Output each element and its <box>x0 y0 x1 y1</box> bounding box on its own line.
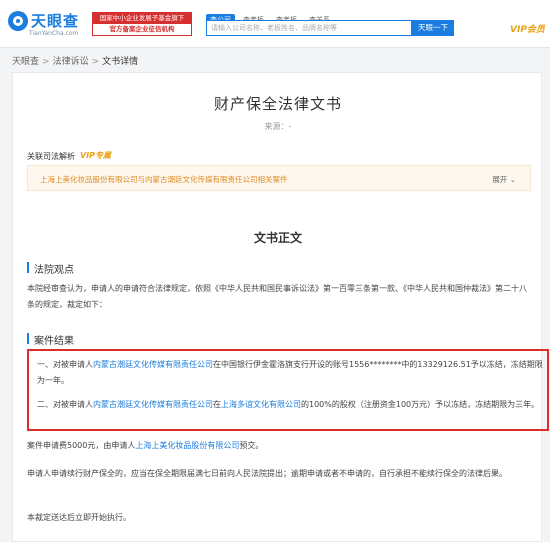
breadcrumb-home[interactable]: 天眼查 <box>12 57 39 67</box>
fee-suffix: 预交。 <box>239 441 264 450</box>
vip-member-link[interactable]: VIP会员 <box>510 22 545 35</box>
result-2-mid: 在 <box>213 400 221 409</box>
body-title: 文书正文 <box>253 231 302 245</box>
breadcrumb: 天眼查 > 法律诉讼 > 文书详情 <box>12 54 138 67</box>
breadcrumb-sep: > <box>91 57 100 67</box>
result-item-2: 二、对被申请人内蒙古潮廷文化传媒有限责任公司在上海多谊文化有限公司的100%的股… <box>37 397 543 413</box>
logo-subtext: TianYanCha.com <box>29 30 79 37</box>
eye-logo-icon <box>8 11 28 31</box>
top-header: 天眼查 TianYanCha.com 国家中小企业发展子基金旗下 官方备案企业征… <box>0 0 550 48</box>
result-item-1: 一、对被申请人内蒙古潮廷文化传媒有限责任公司在中国银行伊金霍洛旗支行开设的账号1… <box>37 357 543 389</box>
execution-text: 本裁定送达后立即开始执行。 <box>27 513 131 522</box>
search-input[interactable]: 请输入公司名称、老板姓名、品牌名称等 <box>206 20 412 36</box>
search-button[interactable]: 天眼一下 <box>412 20 454 36</box>
related-case-box[interactable]: 上海上美化妆品股份有限公司与内蒙古潮廷文化传媒有限责任公司相关案件 展开 ⌄ <box>27 165 531 191</box>
document-source: 来源：- <box>264 122 292 131</box>
fee-prefix: 案件申请费5000元，由申请人 <box>27 441 136 450</box>
apply-text: 申请人申请续行财产保全的，应当在保全期限届满七日前向人民法院提出；逾期申请或者不… <box>27 469 507 478</box>
chevron-down-icon: ⌄ <box>509 175 516 184</box>
breadcrumb-current: 文书详情 <box>102 57 139 67</box>
cert-top-text: 国家中小企业发展子基金旗下 <box>93 13 191 24</box>
breadcrumb-legal[interactable]: 法律诉讼 <box>53 57 89 67</box>
search-tabs: 查公司查老板查老板查关系 <box>206 7 338 26</box>
cert-bottom-text: 官方备案企业征信机构 <box>109 25 175 33</box>
logo-text: 天眼查 <box>31 12 80 30</box>
company-link[interactable]: 上海上美化妆品股份有限公司 <box>135 441 239 450</box>
vip-exclusive-badge: VIP专属 <box>80 151 112 160</box>
expand-button[interactable]: 展开 ⌄ <box>492 174 516 185</box>
case-result-highlight: 一、对被申请人内蒙古潮廷文化传媒有限责任公司在中国银行伊金霍洛旗支行开设的账号1… <box>27 349 549 431</box>
breadcrumb-sep: > <box>42 57 50 67</box>
section-court-view: 法院观点 <box>27 261 74 276</box>
result-1-prefix: 一、对被申请人 <box>37 360 93 369</box>
fee-text: 案件申请费5000元，由申请人上海上美化妆品股份有限公司预交。 <box>27 438 531 454</box>
company-link[interactable]: 上海多谊文化有限公司 <box>221 400 301 409</box>
related-analysis-label: 关联司法解析 <box>27 152 75 161</box>
court-view-text: 本院经审查认为，申请人的申请符合法律规定，依照《中华人民共和国民事诉讼法》第一百… <box>27 284 527 309</box>
site-logo[interactable]: 天眼查 TianYanCha.com <box>8 10 88 40</box>
document-title: 财产保全法律文书 <box>213 95 342 113</box>
section-case-result: 案件结果 <box>27 332 74 347</box>
result-2-prefix: 二、对被申请人 <box>37 400 93 409</box>
document-card: 财产保全法律文书 来源：- 关联司法解析 VIP专属 上海上美化妆品股份有限公司… <box>12 72 549 542</box>
expand-label: 展开 <box>492 175 508 184</box>
company-link[interactable]: 内蒙古潮廷文化传媒有限责任公司 <box>93 360 213 369</box>
certification-badge: 国家中小企业发展子基金旗下 官方备案企业征信机构 <box>92 12 192 36</box>
company-link[interactable]: 内蒙古潮廷文化传媒有限责任公司 <box>93 400 213 409</box>
result-2-suffix: 的100%的股权（注册资金100万元）予以冻结，冻结期限为三年。 <box>301 400 540 409</box>
related-case-link[interactable]: 上海上美化妆品股份有限公司与内蒙古潮廷文化传媒有限责任公司相关案件 <box>40 174 288 185</box>
